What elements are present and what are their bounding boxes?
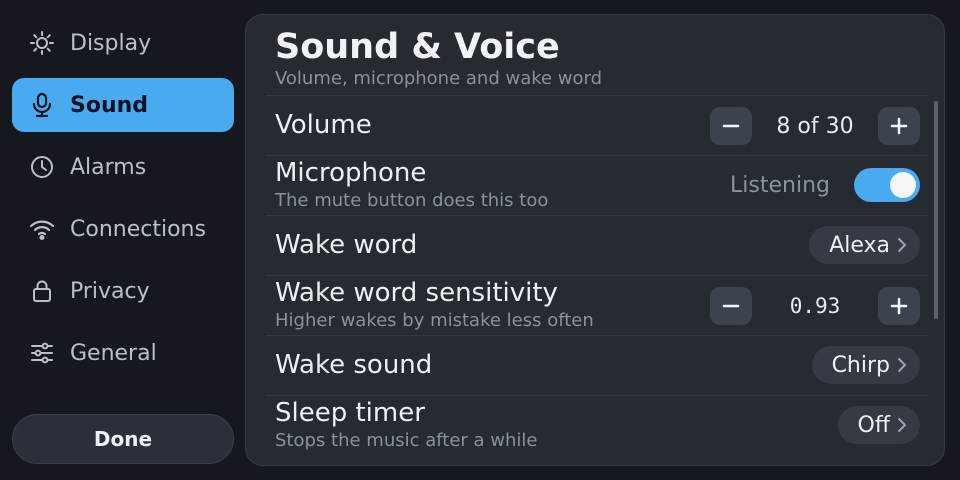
microphone-toggle-group: Listening [730,168,920,202]
sensitivity-row: Wake word sensitivity Higher wakes by mi… [266,275,928,335]
sidebar-item-label: Alarms [70,154,147,180]
wake-sound-value: Chirp [831,352,890,378]
sidebar-item-connections[interactable]: Connections [12,202,234,256]
wake-word-selector[interactable]: Alexa [809,226,920,264]
sensitivity-value: 0.93 [789,294,841,318]
wifi-icon [28,215,56,243]
wake-word-label: Wake word [275,230,418,260]
minus-icon [722,304,740,308]
sidebar-item-sound[interactable]: Sound [12,78,234,132]
sensitivity-decrease-button[interactable] [710,287,752,325]
clock-icon [28,153,56,181]
sidebar-item-privacy[interactable]: Privacy [12,264,234,318]
microphone-description: The mute button does this too [275,190,549,211]
microphone-label: Microphone [275,158,427,188]
volume-stepper: 8 of 30 [710,106,920,146]
done-button[interactable]: Done [12,414,234,464]
volume-decrease-button[interactable] [710,107,752,145]
plus-icon [890,117,908,135]
sleep-timer-row: Sleep timer Stops the music after a whil… [266,395,928,455]
sensitivity-label: Wake word sensitivity [275,278,558,308]
sleep-timer-label: Sleep timer [275,398,425,428]
microphone-row: Microphone The mute button does this too… [266,155,928,215]
sidebar: Display Sound Alarms Connections Privacy… [12,16,234,388]
scrollbar[interactable] [934,101,938,319]
wake-sound-selector[interactable]: Chirp [811,346,920,384]
minus-icon [722,124,740,128]
chevron-right-icon [896,236,908,254]
sidebar-item-label: Connections [70,216,206,242]
microphone-toggle[interactable] [854,168,920,202]
microphone-icon [28,91,56,119]
volume-row: Volume 8 of 30 [266,95,928,155]
volume-label: Volume [275,110,372,140]
sleep-timer-value: Off [857,412,890,438]
page-title: Sound & Voice [275,27,560,67]
sidebar-item-label: General [70,340,157,366]
toggle-knob [890,172,916,198]
sun-icon [28,29,56,57]
sidebar-item-label: Display [70,30,152,56]
sensitivity-description: Higher wakes by mistake less often [275,310,594,331]
volume-increase-button[interactable] [878,107,920,145]
sliders-icon [28,339,56,367]
sensitivity-increase-button[interactable] [878,287,920,325]
wake-word-row: Wake word Alexa [266,215,928,275]
plus-icon [890,297,908,315]
wake-sound-row: Wake sound Chirp [266,335,928,395]
lock-icon [28,277,56,305]
volume-value: 8 of 30 [776,113,854,139]
wake-word-value: Alexa [829,232,890,258]
sensitivity-stepper: 0.93 [710,286,920,326]
sidebar-item-label: Sound [70,92,149,118]
sidebar-item-display[interactable]: Display [12,16,234,70]
page-subtitle: Volume, microphone and wake word [275,68,603,89]
chevron-right-icon [896,416,908,434]
sidebar-item-alarms[interactable]: Alarms [12,140,234,194]
sleep-timer-description: Stops the music after a while [275,430,538,451]
wake-sound-label: Wake sound [275,350,433,380]
sidebar-item-general[interactable]: General [12,326,234,380]
sidebar-item-label: Privacy [70,278,150,304]
settings-list: Volume 8 of 30 Microphone The mute butto… [266,95,928,455]
settings-panel: Sound & Voice Volume, microphone and wak… [245,14,945,466]
sleep-timer-selector[interactable]: Off [837,406,920,444]
chevron-right-icon [896,356,908,374]
microphone-state: Listening [730,172,830,198]
